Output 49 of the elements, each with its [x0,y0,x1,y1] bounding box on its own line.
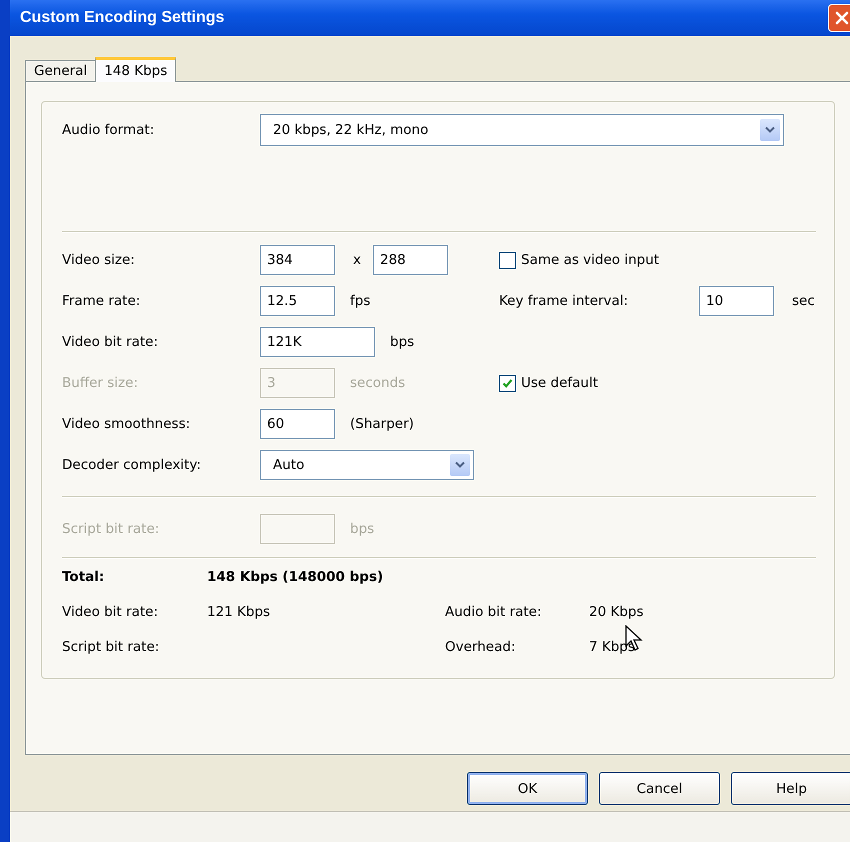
input-field[interactable]: 10 [699,286,774,316]
field-label: Decoder complexity: [62,457,202,473]
close-icon [833,9,850,27]
checkbox-label: Use default [521,375,598,391]
unit-label: fps [350,293,370,309]
summary-label: Overhead: [445,639,516,655]
field-label: Key frame interval: [499,293,630,309]
field-label: Frame rate: [62,293,142,309]
summary-value: 20 Kbps [589,604,644,620]
chevron-down-icon [765,126,775,134]
tab[interactable]: General [25,60,96,81]
field-label: Script bit rate: [62,521,160,537]
total-label: Total: [62,569,106,585]
input-field[interactable] [260,514,335,544]
field-label: Audio format: [62,122,156,138]
total-value: 148 Kbps (148000 bps) [207,569,384,585]
input-field[interactable]: 12.5 [260,286,335,316]
height-field[interactable]: 288 [373,245,448,275]
window-title: Custom Encoding Settings [20,9,224,27]
unit-label: (Sharper) [350,416,414,432]
checkbox[interactable] [499,374,516,392]
field-label: Buffer size: [62,375,139,391]
input-field[interactable]: 121K [260,327,375,357]
summary-value: 121 Kbps [207,604,270,620]
dialog-button[interactable]: Cancel [599,772,720,805]
audio-format-dropdown[interactable]: 20 kbps, 22 kHz, mono [260,114,784,146]
tab[interactable]: 148 Kbps [95,57,176,82]
width-field[interactable]: 384 [260,245,335,275]
field-label: Video size: [62,252,136,268]
chevron-down-icon [455,461,465,469]
summary-value: 7 Kbps [589,639,635,655]
close-button[interactable] [828,4,850,32]
unit-label: seconds [350,375,406,391]
unit-label: bps [350,521,374,537]
field-label: Video smoothness: [62,416,192,432]
unit-label: sec [792,293,815,309]
summary-label: Script bit rate: [62,639,160,655]
summary-label: Audio bit rate: [445,604,543,620]
decoder-dropdown[interactable]: Auto [260,450,474,480]
times-sign: x [353,252,361,268]
checkbox[interactable] [499,252,516,268]
input-field[interactable]: 60 [260,409,335,439]
dialog-button[interactable]: Help [731,772,850,805]
checkmark-icon [502,378,513,388]
checkbox-label: Same as video input [521,252,660,268]
summary-label: Video bit rate: [62,604,159,620]
field-label: Video bit rate: [62,334,159,350]
dialog-button[interactable]: OK [467,772,588,805]
unit-label: bps [390,334,414,350]
